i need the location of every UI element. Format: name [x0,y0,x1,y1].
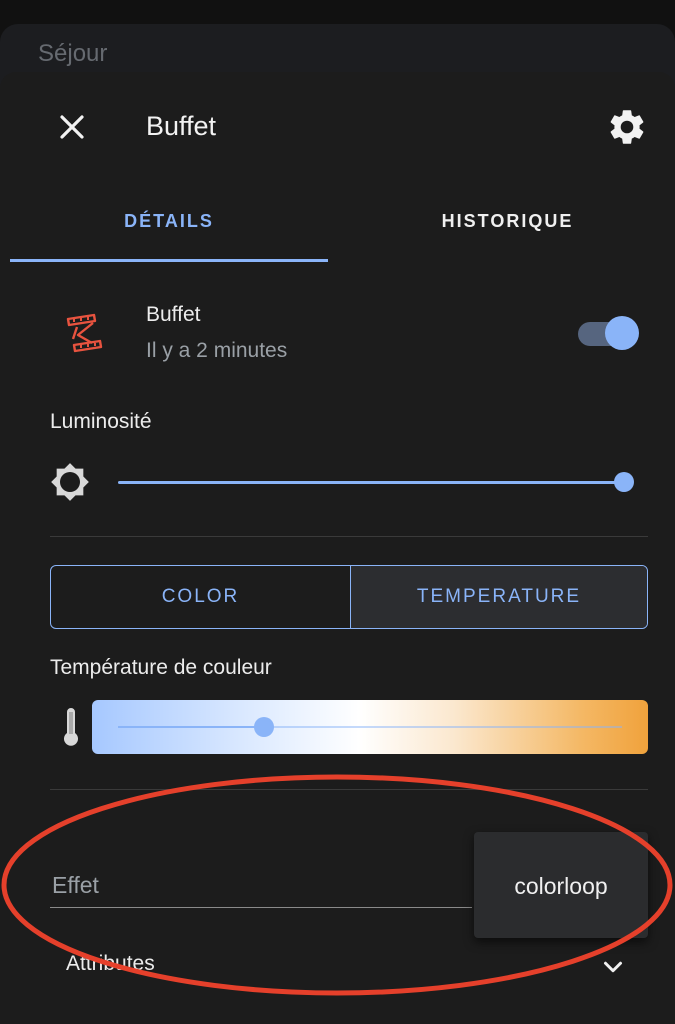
brightness-slider-track [118,481,624,484]
effect-label: Effet [52,872,99,898]
brightness-icon [50,462,90,502]
divider [50,789,648,790]
divider [50,536,648,537]
tab-details[interactable]: DÉTAILS [10,204,328,260]
tab-history[interactable]: HISTORIQUE [340,204,675,260]
settings-button[interactable] [606,106,648,148]
entity-power-toggle[interactable] [576,316,642,350]
gear-icon [610,110,644,144]
brightness-label: Luminosité [50,410,152,433]
effect-select[interactable]: Effet [50,860,472,908]
attributes-expander[interactable]: Attributes [50,944,648,988]
chevron-down-icon [604,961,622,973]
temperature-mode-button[interactable]: TEMPERATURE [351,566,647,628]
entity-last-changed: Il y a 2 minutes [146,339,288,362]
color-mode-button[interactable]: COLOR [51,566,350,628]
active-tab-indicator [10,259,328,262]
light-strip-icon [64,313,106,355]
close-icon [60,115,84,139]
brightness-slider-thumb[interactable] [614,472,634,492]
effect-underline [50,907,472,908]
thermometer-icon [58,708,84,748]
color-temperature-fill [118,726,265,728]
color-mode-toggle-group: COLOR TEMPERATURE [50,565,648,629]
effect-option-colorloop[interactable]: colorloop [474,842,648,930]
brightness-slider[interactable] [118,470,634,494]
color-temperature-thumb[interactable] [254,717,275,737]
entity-name: Buffet [146,303,201,326]
toggle-knob [605,316,639,350]
color-temperature-slider[interactable] [92,700,648,754]
effect-dropdown-menu: colorloop [474,832,648,938]
attributes-label: Attributes [66,952,155,975]
dialog-title: Buffet [146,111,217,141]
background-room-title: Séjour [38,40,108,67]
color-temperature-label: Température de couleur [50,656,272,679]
close-button[interactable] [52,107,92,147]
